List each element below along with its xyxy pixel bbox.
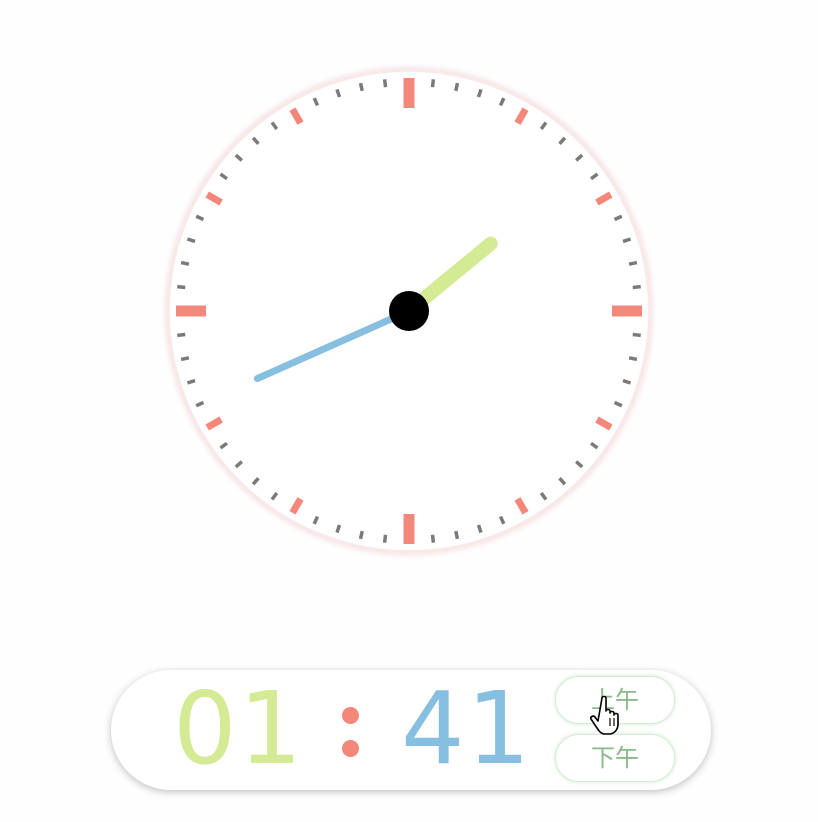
analog-clock [166,68,652,554]
clock-app: 01 41 上午 下午 [0,0,818,822]
minute-tick [476,88,483,98]
minute-tick [454,530,460,540]
minute-tick [454,82,460,92]
minute-tick [180,356,190,362]
minute-tick [358,82,364,92]
minute-tick [382,534,388,543]
minute-tick [628,356,638,362]
minute-tick [430,534,436,543]
minute-tick [632,284,641,290]
colon-dot-bottom [342,740,359,757]
minute-tick [476,524,483,534]
hour-digits[interactable]: 01 [173,676,304,782]
minute-tick [186,237,196,244]
minute-tick [186,378,196,385]
minute-tick [632,332,641,338]
colon-dot-top [342,707,359,724]
pm-button[interactable]: 下午 [555,734,675,782]
minute-digits[interactable]: 41 [401,676,532,782]
minute-tick [622,378,632,385]
minute-tick [382,79,388,88]
minute-tick [628,260,638,266]
minute-tick [177,284,186,290]
hand-pointer-icon [590,695,619,735]
minute-tick [430,79,436,88]
minute-tick [180,260,190,266]
minute-tick [335,88,342,98]
time-colon [341,706,361,766]
center-pin [389,291,429,331]
minute-tick [622,237,632,244]
minute-tick [358,530,364,540]
minute-tick [177,332,186,338]
minute-tick [335,524,342,534]
